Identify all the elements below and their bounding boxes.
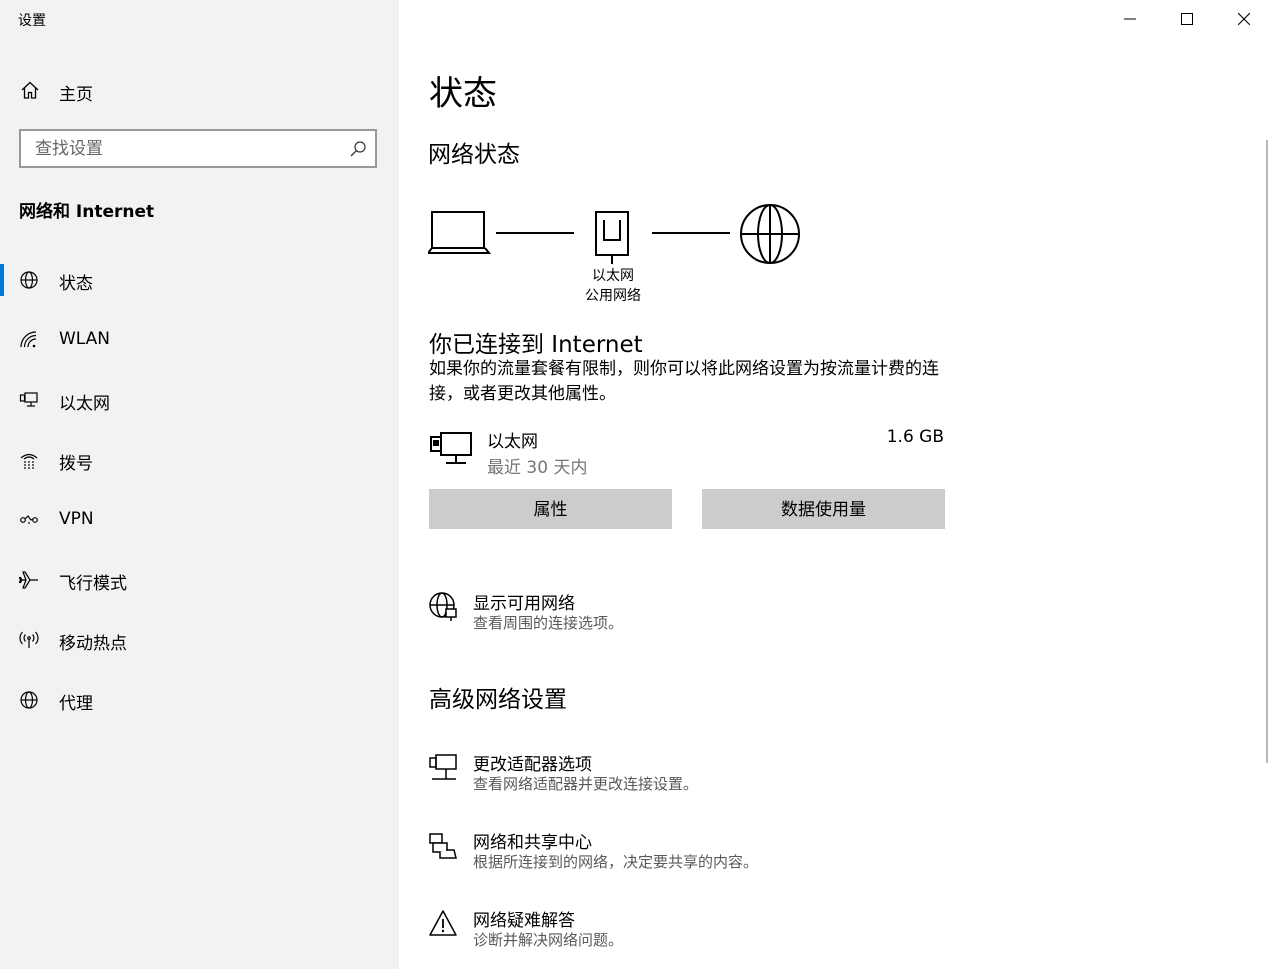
main-content: 状态 网络状态 以太网 公用网络 你已连接到 Internet 如果你的流量套餐…: [399, 0, 1270, 969]
action-title: 网络和共享中心: [473, 833, 592, 853]
home-icon: [21, 81, 39, 99]
sidebar-item-label: 飞行模式: [59, 574, 127, 594]
ethernet-usage-row: 以太网 最近 30 天内 1.6 GB: [429, 427, 944, 479]
ethernet-icon: [19, 392, 38, 407]
scrollbar[interactable]: [1266, 140, 1268, 763]
airplane-icon: [19, 571, 38, 589]
sidebar-item-label: WLAN: [59, 329, 111, 349]
sidebar-item-dialup[interactable]: 拨号: [0, 438, 399, 482]
advanced-settings-heading: 高级网络设置: [429, 687, 567, 713]
ethernet-icon: [430, 432, 472, 464]
sidebar-item-airplane[interactable]: 飞行模式: [0, 558, 399, 602]
sidebar-item-wlan[interactable]: WLAN: [0, 318, 399, 362]
globe-icon: [20, 271, 38, 289]
adapter-icon: [429, 754, 457, 780]
home-link[interactable]: 主页: [0, 70, 399, 110]
wifi-icon: [20, 331, 37, 348]
action-title: 显示可用网络: [473, 594, 575, 614]
sidebar: 设置 主页 网络和 Internet 状态 WLAN: [0, 0, 399, 969]
sidebar-item-label: 拨号: [59, 454, 93, 474]
sidebar-item-vpn[interactable]: VPN: [0, 498, 399, 542]
network-status-heading: 网络状态: [428, 142, 520, 168]
search-box[interactable]: [19, 129, 377, 168]
search-icon[interactable]: [349, 140, 367, 158]
action-title: 网络疑难解答: [473, 911, 575, 931]
window-title: 设置: [18, 13, 46, 29]
section-title: 网络和 Internet: [19, 202, 155, 222]
action-title: 更改适配器选项: [473, 755, 592, 775]
network-type-label: 公用网络: [585, 288, 641, 304]
ethernet-port-icon: [595, 211, 629, 264]
action-subtitle: 诊断并解决网络问题。: [473, 931, 624, 949]
sidebar-item-status[interactable]: 状态: [0, 258, 399, 302]
sidebar-item-proxy[interactable]: 代理: [0, 678, 399, 722]
home-label: 主页: [59, 85, 93, 105]
data-usage-button[interactable]: 数据使用量: [702, 489, 945, 529]
adapter-name-label: 以太网: [592, 268, 634, 284]
sidebar-item-hotspot[interactable]: 移动热点: [0, 618, 399, 662]
connection-status-description: 如果你的流量套餐有限制，则你可以将此网络设置为按流量计费的连接，或者更改其他属性…: [429, 359, 939, 404]
connection-status-heading: 你已连接到 Internet: [429, 332, 643, 358]
action-subtitle: 根据所连接到的网络，决定要共享的内容。: [473, 853, 759, 871]
sidebar-item-label: 代理: [59, 694, 93, 714]
warning-icon: [429, 910, 457, 936]
sidebar-item-label: VPN: [59, 509, 94, 529]
action-subtitle: 查看网络适配器并更改连接设置。: [473, 775, 699, 793]
sidebar-item-label: 以太网: [59, 394, 110, 414]
network-diagram: 以太网 公用网络: [428, 200, 808, 310]
sharing-center-icon: [429, 833, 457, 859]
change-adapter-options-link[interactable]: 更改适配器选项 查看网络适配器并更改连接设置。: [428, 750, 928, 798]
sidebar-item-label: 移动热点: [59, 634, 127, 654]
vpn-icon: [20, 515, 38, 524]
globe-icon: [20, 691, 38, 709]
search-input[interactable]: [21, 131, 345, 166]
diagram-graphic: [428, 204, 800, 264]
network-sharing-center-link[interactable]: 网络和共享中心 根据所连接到的网络，决定要共享的内容。: [428, 828, 928, 876]
laptop-icon: [428, 211, 492, 254]
network-globe-icon: [429, 592, 457, 621]
network-troubleshooter-link[interactable]: 网络疑难解答 诊断并解决网络问题。: [428, 906, 928, 954]
usage-adapter-name: 以太网: [487, 432, 538, 452]
usage-period: 最近 30 天内: [487, 458, 588, 478]
action-subtitle: 查看周围的连接选项。: [473, 614, 624, 632]
dialup-icon: [20, 453, 38, 469]
properties-button[interactable]: 属性: [429, 489, 672, 529]
show-available-networks-link[interactable]: 显示可用网络 查看周围的连接选项。: [428, 589, 928, 637]
usage-amount: 1.6 GB: [886, 427, 944, 447]
page-title: 状态: [429, 74, 497, 114]
sidebar-item-ethernet[interactable]: 以太网: [0, 378, 399, 422]
hotspot-icon: [19, 631, 39, 648]
sidebar-item-label: 状态: [59, 274, 93, 294]
internet-globe-icon: [740, 204, 800, 264]
